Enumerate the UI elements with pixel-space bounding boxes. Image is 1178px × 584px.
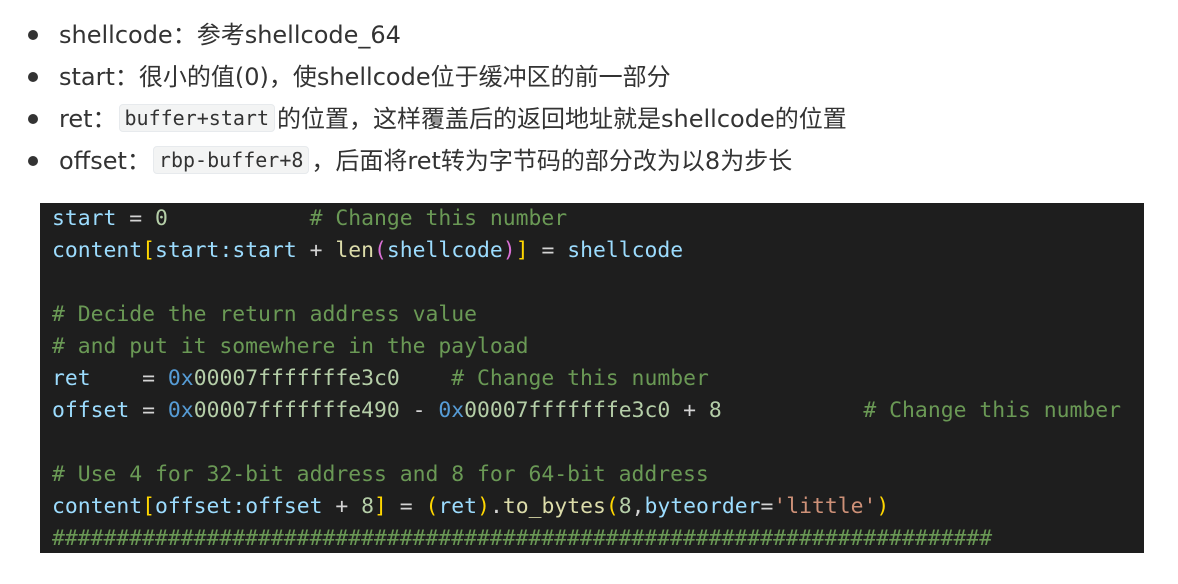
code-line-content-shellcode: content[start:start + len(shellcode)] = … [52,238,684,263]
bullet-dot [28,114,38,124]
bullet-dot [28,156,38,166]
bullet-text-prefix: offset： [59,147,151,175]
code-line-comment: # Decide the return address value [52,302,477,327]
code-line-hash-separator: ########################################… [52,526,993,551]
inline-code: rbp-buffer+8 [152,146,310,174]
bullet-text: start：很小的值(0)，使shellcode位于缓冲区的前一部分 [59,63,671,91]
bullet-list: shellcode：参考shellcode_64 start：很小的值(0)，使… [0,14,1178,182]
code-line-comment: # Use 4 for 32-bit address and 8 for 64-… [52,462,709,487]
bullet-ret: ret： buffer+start 的位置，这样覆盖后的返回地址就是shellcod… [0,98,1178,140]
bullet-text-suffix: 的位置，这样覆盖后的返回地址就是shellcode的位置 [277,105,847,133]
bullet-shellcode: shellcode：参考shellcode_64 [0,14,1178,56]
code-line-content-ret: content[offset:offset + 8] = (ret).to_by… [52,494,890,519]
bullet-text-suffix: ，后面将ret转为字节码的部分改为以8为步长 [311,147,793,175]
inline-code: buffer+start [118,104,276,132]
code-block: start = 0 # Change this number content[s… [40,203,1144,553]
bullet-offset: offset： rbp-buffer+8 ，后面将ret转为字节码的部分改为以8为步… [0,140,1178,182]
bullet-dot [28,30,38,40]
bullet-text-prefix: ret： [59,105,117,133]
bullet-text: shellcode：参考shellcode_64 [59,21,401,49]
bullet-dot [28,72,38,82]
code-line-ret: ret = 0x00007fffffffe3c0 # Change this n… [52,366,709,391]
code-line-comment: # and put it somewhere in the payload [52,334,529,359]
code-line-offset: offset = 0x00007fffffffe490 - 0x00007fff… [52,398,1121,423]
bullet-start: start：很小的值(0)，使shellcode位于缓冲区的前一部分 [0,56,1178,98]
code-line-start: start = 0 # Change this number [52,206,568,231]
